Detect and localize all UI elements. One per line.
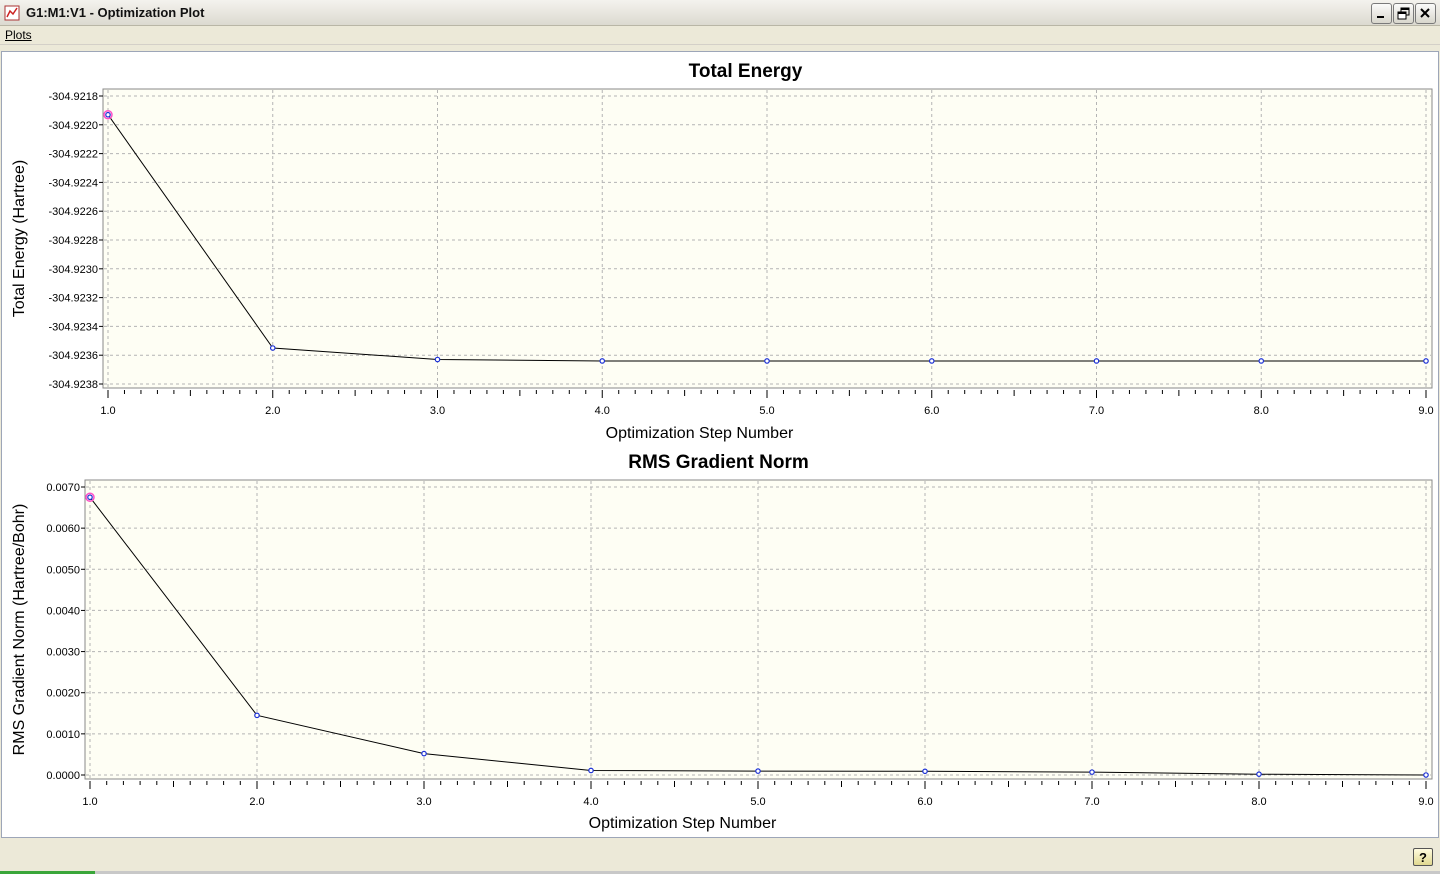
charts-canvas: Total Energy -304.9218 -304.9220 -304.9222 -… [11, 61, 1434, 832]
x-tick-label: 5.0 [750, 796, 765, 808]
data-point [1258, 358, 1265, 364]
x-tick-label: 7.0 [1089, 405, 1104, 417]
x-tick-label: 8.0 [1251, 796, 1266, 808]
y-tick-label: 0.0060 [46, 523, 80, 535]
y-tick-label: 0.0070 [46, 482, 80, 494]
title-bar[interactable]: G1:M1:V1 - Optimization Plot [0, 0, 1440, 26]
data-point [928, 358, 935, 364]
minimize-button[interactable] [1371, 3, 1392, 24]
help-button[interactable]: ? [1413, 848, 1433, 866]
y-tick-label: 0.0010 [46, 729, 80, 741]
data-point [599, 358, 606, 364]
data-point [1089, 769, 1095, 775]
y-tick-label: -304.9238 [48, 379, 98, 391]
x-tick-label: 1.0 [82, 796, 97, 808]
restore-button[interactable] [1393, 3, 1414, 24]
x-tick-label: 4.0 [595, 405, 610, 417]
y-tick-label: -304.9222 [48, 149, 98, 161]
chart-title: RMS Gradient Norm [628, 452, 809, 473]
y-tick-label: 0.0000 [46, 770, 80, 782]
y-tick-label: -304.9226 [48, 206, 98, 218]
data-point [87, 494, 93, 501]
help-icon: ? [1419, 850, 1427, 865]
y-tick-label: -304.9234 [48, 321, 98, 333]
data-point [105, 111, 111, 118]
y-tick-label: 0.0050 [46, 564, 80, 576]
x-tick-label: 4.0 [583, 796, 598, 808]
x-tick-label: 6.0 [924, 405, 939, 417]
data-point [755, 768, 761, 774]
x-tick-label: 9.0 [1418, 796, 1433, 808]
y-tick-label: -304.9220 [48, 120, 98, 132]
y-tick-label: -304.9218 [48, 91, 98, 103]
chart-total-energy: Total Energy -304.9218 -304.9220 -304.9222 -… [11, 61, 1434, 442]
app-icon[interactable] [4, 5, 20, 21]
window-title: G1:M1:V1 - Optimization Plot [26, 5, 205, 20]
y-axis-label: Total Energy (Hartree) [11, 160, 28, 317]
x-tick-label: 2.0 [249, 796, 264, 808]
minimize-icon [1377, 16, 1384, 18]
data-point [922, 768, 928, 775]
data-point [421, 750, 427, 757]
data-point [764, 358, 770, 364]
status-bar [0, 840, 1440, 874]
data-point [1423, 358, 1429, 364]
y-tick-label: -304.9228 [48, 235, 98, 247]
x-tick-label: 3.0 [416, 796, 431, 808]
data-point [1093, 358, 1100, 364]
data-point [269, 345, 276, 351]
x-axis-label: Optimization Step Number [589, 815, 777, 832]
optimization-plot-window: G1:M1:V1 - Optimization Plot Plots Total… [0, 0, 1440, 874]
x-tick-label: 7.0 [1084, 796, 1099, 808]
x-tick-label: 2.0 [265, 405, 280, 417]
svg-text:?: ? [1419, 850, 1427, 865]
plot-area-panel: Total Energy -304.9218 -304.9220 -304.9222 -… [1, 51, 1439, 838]
y-tick-label: -304.9224 [48, 177, 98, 189]
menu-plots[interactable]: Plots [5, 28, 32, 42]
y-tick-label: -304.9236 [48, 350, 98, 362]
restore-icon [1397, 7, 1410, 20]
x-tick-label: 8.0 [1254, 405, 1269, 417]
y-tick-label: -304.9230 [48, 264, 98, 276]
x-tick-label: 1.0 [100, 405, 115, 417]
y-tick-label: 0.0020 [46, 688, 80, 700]
x-axis-label: Optimization Step Number [606, 425, 794, 442]
y-tick-label: 0.0030 [46, 647, 80, 659]
x-tick-label: 3.0 [430, 405, 445, 417]
x-tick-label: 6.0 [917, 796, 932, 808]
data-point [1423, 772, 1429, 778]
close-button[interactable] [1415, 3, 1436, 24]
x-tick-label: 5.0 [759, 405, 774, 417]
chart-rms-gradient-norm: RMS Gradient Norm 0.0070 0.0060 0.0050 0.004… [11, 452, 1434, 832]
data-point [254, 712, 260, 719]
data-point [1256, 771, 1262, 777]
data-point [588, 767, 594, 774]
menu-bar: Plots [0, 26, 1440, 45]
chart-title: Total Energy [689, 61, 803, 82]
data-point [434, 356, 441, 363]
x-tick-label: 9.0 [1418, 405, 1433, 417]
close-icon [1420, 8, 1430, 18]
y-tick-label: -304.9232 [48, 293, 98, 305]
y-axis-label: RMS Gradient Norm (Hartree/Bohr) [11, 504, 28, 756]
y-tick-label: 0.0040 [46, 605, 80, 617]
